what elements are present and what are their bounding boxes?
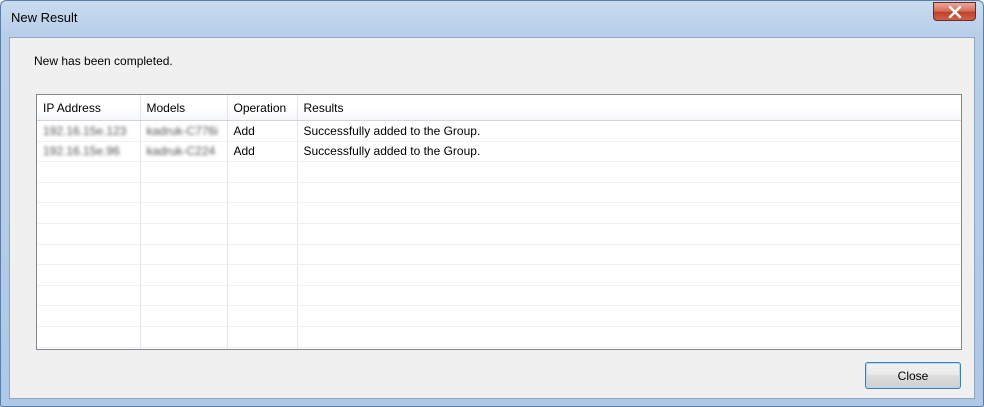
empty-row (37, 223, 961, 245)
column-header-ip-address[interactable]: IP Address (37, 95, 141, 121)
operation-cell: Add (227, 120, 298, 142)
empty-row (37, 326, 961, 348)
window-title: New Result (11, 10, 78, 25)
model-value: kadruk-C776i (146, 123, 218, 138)
results-table: IP Address Models Operation Results 192.… (37, 95, 961, 349)
ip-address-value: 192.16.15e.123 (43, 123, 127, 138)
ip-address-value: 192.16.15e.96 (43, 144, 120, 159)
column-header-results[interactable]: Results (297, 95, 961, 121)
empty-row (37, 161, 961, 183)
empty-row (37, 182, 961, 204)
ip-address-cell: 192.16.15e.96 (37, 141, 141, 163)
window-close-button[interactable] (933, 2, 976, 21)
operation-cell: Add (227, 141, 298, 163)
empty-row (37, 305, 961, 327)
column-header-operation[interactable]: Operation (227, 95, 298, 121)
model-cell: kadruk-C224 (140, 141, 228, 163)
table-row[interactable]: 192.16.15e.96 kadruk-C224 Add Successful… (37, 141, 961, 163)
column-header-models[interactable]: Models (140, 95, 228, 121)
empty-row (37, 264, 961, 286)
result-cell: Successfully added to the Group. (297, 141, 961, 163)
result-cell: Successfully added to the Group. (297, 120, 961, 142)
close-button[interactable]: Close (865, 362, 961, 389)
results-list[interactable]: IP Address Models Operation Results 192.… (36, 94, 962, 350)
close-x-icon (948, 6, 962, 18)
dialog-window: New Result New has been completed. IP Ad… (0, 0, 984, 407)
empty-row (37, 244, 961, 266)
model-value: kadruk-C224 (146, 144, 216, 159)
completion-message: New has been completed. (34, 54, 173, 68)
empty-row (37, 202, 961, 224)
model-cell: kadruk-C776i (140, 120, 228, 142)
ip-address-cell: 192.16.15e.123 (37, 120, 141, 142)
table-row[interactable]: 192.16.15e.123 kadruk-C776i Add Successf… (37, 120, 961, 142)
empty-row (37, 347, 961, 349)
table-header-row: IP Address Models Operation Results (37, 95, 961, 121)
title-bar[interactable]: New Result (1, 1, 983, 37)
dialog-client-area: New has been completed. IP Address Model… (9, 37, 975, 399)
empty-row (37, 285, 961, 307)
